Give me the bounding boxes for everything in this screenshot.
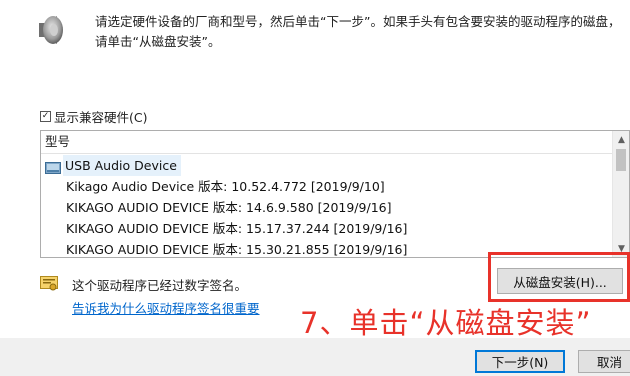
- list-item[interactable]: KIKAGO AUDIO DEVICE 版本: 14.6.9.580 [2019…: [41, 197, 614, 218]
- show-compatible-hardware-label: 显示兼容硬件(C): [54, 110, 148, 125]
- instruction-line-1: 请选定硬件设备的厂商和型号，然后单击“下一步”。如果手头有包含要安装的驱动程序的…: [95, 14, 621, 29]
- instruction-line-2: 请单击“从磁盘安装”。: [95, 34, 221, 49]
- signed-driver-text: 这个驱动程序已经过数字签名。: [72, 278, 248, 293]
- device-folder-icon: [45, 159, 61, 174]
- checkbox-box[interactable]: ✓: [40, 111, 51, 122]
- show-compatible-hardware-checkbox[interactable]: ✓ 显示兼容硬件(C): [40, 107, 147, 126]
- have-disk-button[interactable]: 从磁盘安装(H)...: [497, 268, 623, 294]
- list-item[interactable]: Kikago Audio Device 版本: 10.52.4.772 [201…: [41, 176, 614, 197]
- model-column-header[interactable]: 型号: [41, 131, 629, 154]
- step-annotation: 7、单击“从磁盘安装”: [300, 306, 592, 340]
- instruction-text: 请选定硬件设备的厂商和型号，然后单击“下一步”。如果手头有包含要安装的驱动程序的…: [95, 12, 623, 52]
- next-button[interactable]: 下一步(N): [475, 350, 565, 373]
- scroll-thumb[interactable]: [616, 149, 626, 171]
- cancel-button[interactable]: 取消: [578, 350, 630, 373]
- speaker-icon: [33, 13, 67, 47]
- model-list-body: USB Audio Device Kikago Audio Device 版本:…: [41, 155, 614, 257]
- certificate-icon: [40, 276, 58, 292]
- why-signing-important-link[interactable]: 告诉我为什么驱动程序签名很重要: [72, 298, 260, 317]
- list-item-group[interactable]: USB Audio Device: [41, 155, 614, 176]
- list-item[interactable]: KIKAGO AUDIO DEVICE 版本: 15.17.37.244 [20…: [41, 218, 614, 239]
- model-list[interactable]: 型号 USB Audio Device Kikago Audio Device …: [40, 130, 630, 258]
- vertical-scrollbar[interactable]: ▲ ▼: [612, 131, 629, 257]
- scroll-up-icon[interactable]: ▲: [613, 131, 629, 148]
- group-label: USB Audio Device: [63, 155, 181, 176]
